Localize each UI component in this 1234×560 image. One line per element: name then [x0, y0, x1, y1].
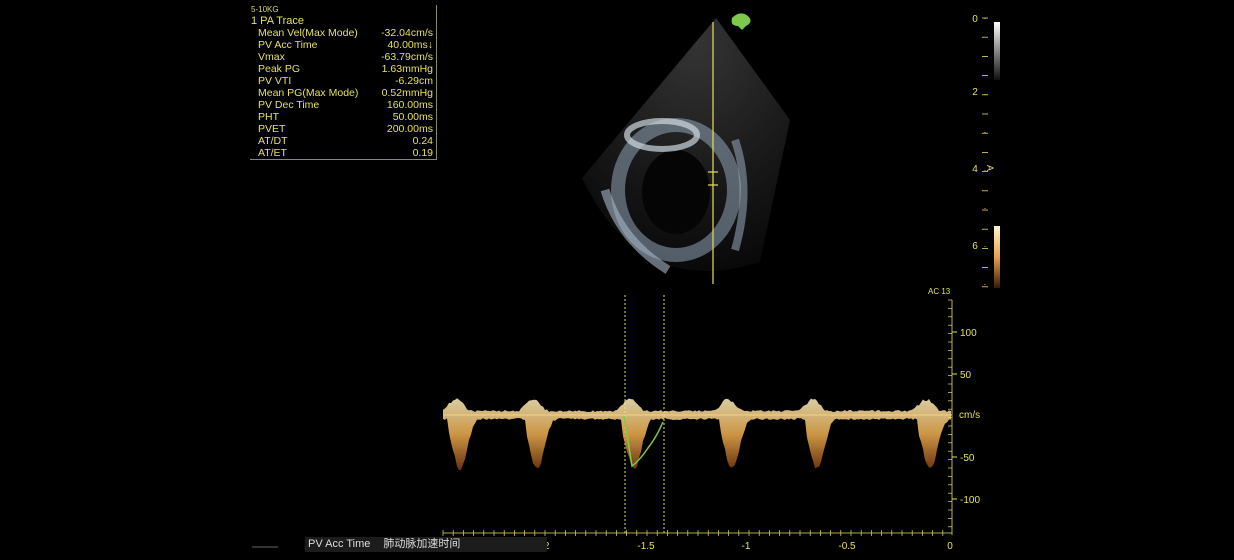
velocity-label: 100	[960, 328, 977, 339]
time-label: -1	[742, 541, 751, 552]
velocity-label: -50	[960, 453, 975, 464]
depth-label: 0	[972, 14, 978, 25]
velocity-label: -100	[960, 495, 980, 506]
time-label: 0	[947, 541, 953, 552]
color-map-bar	[994, 226, 1000, 288]
depth-label: 4	[972, 164, 978, 175]
grayscale-bar	[994, 22, 1000, 80]
velocity-label: 50	[960, 370, 972, 381]
status-label: PV Acc Time	[308, 538, 370, 550]
depth-unit-label: A	[985, 165, 995, 171]
status-chinese-label: 肺动脉加速时间	[383, 538, 460, 550]
depth-scale: 0 2 4 6 A	[972, 14, 1000, 290]
time-label: -1.5	[637, 541, 655, 552]
time-label: -0.5	[838, 541, 856, 552]
echo-sector-image	[582, 18, 790, 271]
status-bar: PV Acc Time 肺动脉加速时间	[305, 537, 547, 552]
depth-label: 2	[972, 87, 978, 98]
doppler-spectrum	[443, 398, 952, 470]
ac-label: AC 13	[928, 287, 950, 296]
velocity-unit-label: cm/s	[959, 410, 980, 421]
depth-label: 6	[972, 241, 978, 252]
probe-orientation-marker-icon	[732, 13, 751, 30]
ultrasound-display: 0246A 10050-50-100 -2-1.5-1-0.50	[0, 0, 1234, 560]
